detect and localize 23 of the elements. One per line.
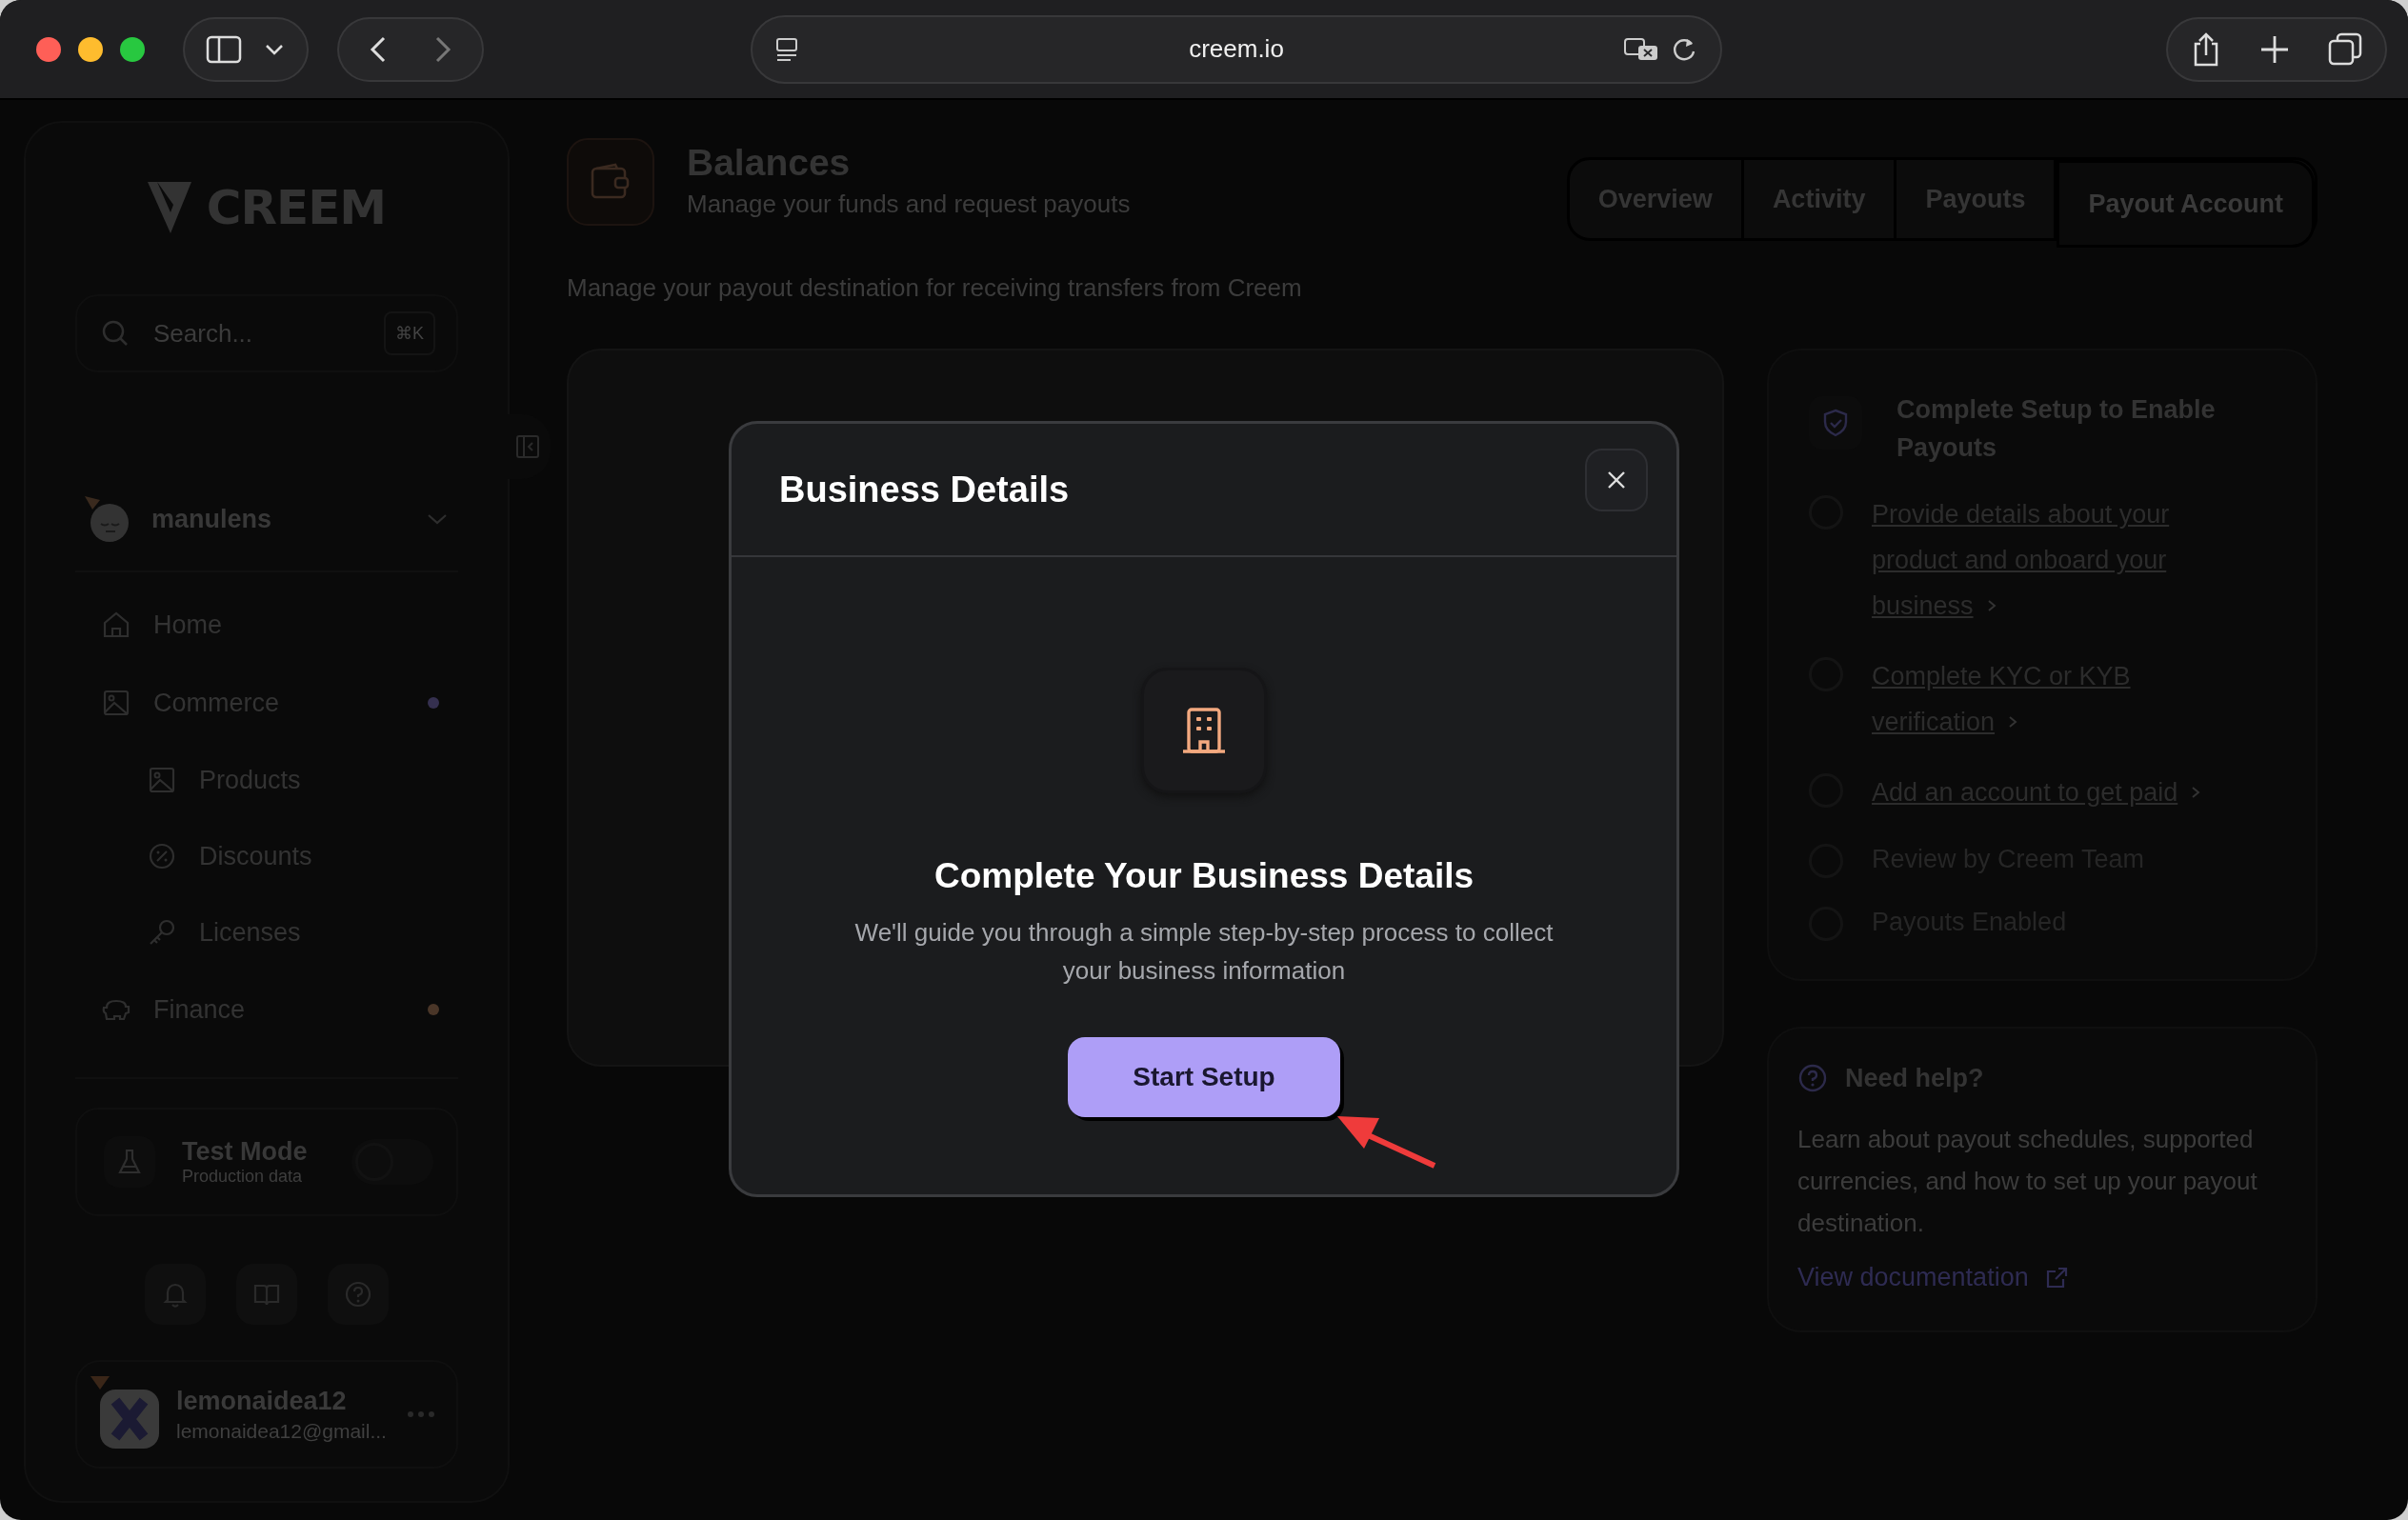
minimize-window-button[interactable] <box>78 36 103 62</box>
home-icon <box>102 610 130 639</box>
wallet-icon <box>567 138 654 226</box>
close-button[interactable] <box>1585 449 1648 511</box>
shortcut-key: ⌘K <box>384 311 435 355</box>
address-bar[interactable]: creem.io <box>751 14 1722 84</box>
key-icon <box>148 918 176 947</box>
sidebar-icon <box>206 33 244 65</box>
close-window-button[interactable] <box>36 36 61 62</box>
image-icon <box>102 689 130 717</box>
dialog-text: We'll guide you through a simple step-by-step process to collect your business information <box>853 917 1555 987</box>
image-icon <box>148 766 176 794</box>
building-icon <box>1141 668 1267 793</box>
maximize-window-button[interactable] <box>120 36 145 62</box>
help-icon <box>1797 1063 1828 1093</box>
discount-badge-icon <box>148 842 176 870</box>
sidebar-collapse-icon <box>514 433 541 460</box>
help-icon <box>344 1280 372 1309</box>
url-text: creem.io <box>1189 34 1284 64</box>
dialog-title: Business Details <box>779 469 1070 510</box>
documentation-link[interactable]: View documentation <box>1797 1263 2069 1292</box>
dialog-heading: Complete Your Business Details <box>933 856 1475 896</box>
chevron-down-icon <box>426 512 449 526</box>
